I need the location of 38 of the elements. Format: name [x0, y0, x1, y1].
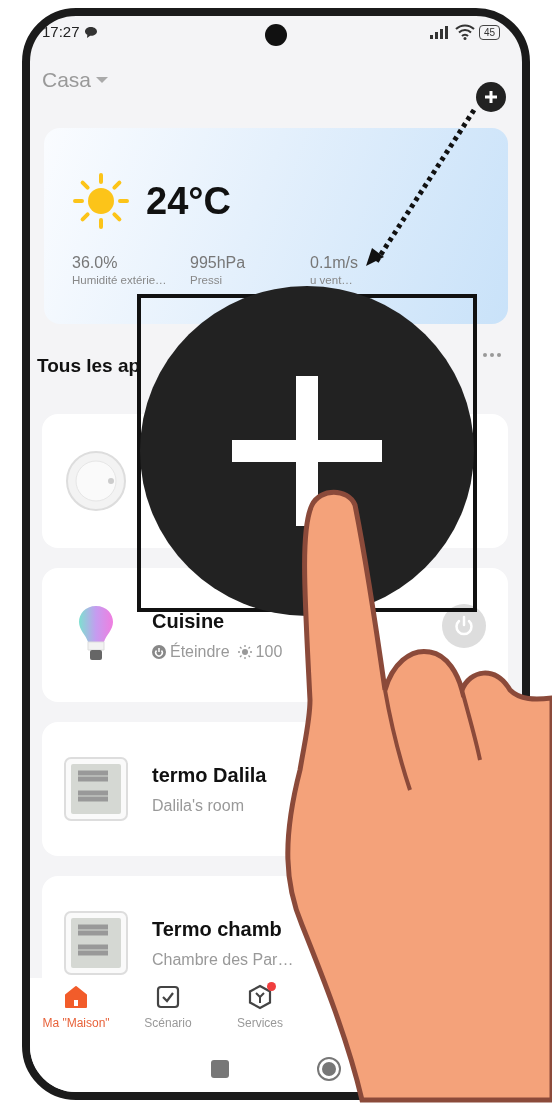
- stat-value: 36.0%: [72, 254, 119, 272]
- checkbox-icon: [155, 984, 181, 1010]
- battery-indicator: 45: [478, 24, 500, 40]
- device-name: Cuisine: [152, 609, 226, 634]
- device-location: Chambre des Par…: [152, 950, 294, 970]
- stat-value: 995hPa: [190, 254, 247, 272]
- home-selector[interactable]: Casa: [42, 64, 92, 96]
- home-icon: [63, 984, 89, 1010]
- plus-icon[interactable]: [483, 89, 499, 105]
- nav-tab[interactable]: Ma "Maison": [30, 984, 122, 1046]
- hexagon-icon: [247, 984, 273, 1010]
- home-button[interactable]: [317, 1057, 341, 1081]
- thermo-hygrometer-drawing: [64, 757, 128, 821]
- sensor-icon: [65, 450, 127, 512]
- temperature: 24°C: [146, 178, 231, 224]
- stat-label: u vent…: [310, 272, 354, 288]
- front-camera: [265, 24, 287, 46]
- sun-icon: [72, 172, 130, 230]
- stat-label: Humidité extérie…: [72, 272, 168, 288]
- device-location: Dalila's room: [152, 796, 244, 816]
- status-time: 17:27: [42, 21, 80, 42]
- stat-value: 0.1m/s: [310, 254, 359, 272]
- device-name: Termo chamb: [152, 917, 283, 942]
- add-button[interactable]: [476, 82, 506, 112]
- brightness-icon: [237, 645, 252, 659]
- device-detail: 100: [255, 642, 283, 662]
- device-detail: Éteindre: [170, 641, 230, 662]
- power-icon: [152, 645, 166, 659]
- chat-icon: [83, 25, 98, 39]
- device-name: termo Dalila: [152, 763, 267, 788]
- power-button[interactable]: [442, 604, 486, 648]
- more-icon[interactable]: [482, 352, 502, 358]
- thermo-hygrometer-drawing: [64, 911, 128, 975]
- signal-icon: [428, 25, 451, 39]
- nav-tab[interactable]: Services: [214, 984, 306, 1046]
- nav-tab[interactable]: Scénario: [122, 984, 214, 1046]
- wifi-icon: [454, 24, 475, 40]
- stat-label: Pressi: [190, 272, 223, 288]
